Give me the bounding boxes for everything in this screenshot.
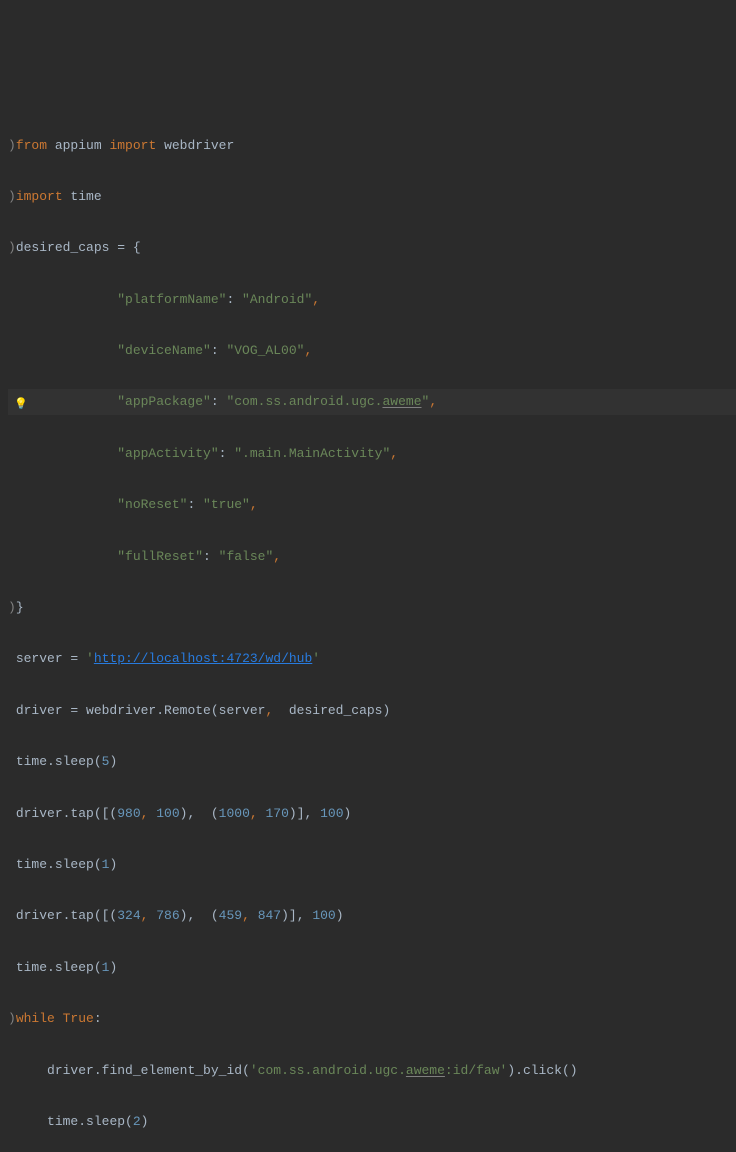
code-line: "appActivity": ".main.MainActivity",	[8, 441, 736, 467]
code-line: "fullReset": "false",	[8, 544, 736, 570]
code-line: "noReset": "true",	[8, 492, 736, 518]
code-line: driver.tap([(324, 786), (459, 847)], 100…	[8, 903, 736, 929]
code-line: "platformName": "Android",	[8, 287, 736, 313]
bulb-icon[interactable]: 💡	[14, 393, 28, 419]
code-line: driver = webdriver.Remote(server, desire…	[8, 698, 736, 724]
url-link[interactable]: http://localhost:4723/wd/hub	[94, 651, 312, 666]
code-line: )while True:	[8, 1006, 736, 1032]
code-line: driver.tap([(980, 100), (1000, 170)], 10…	[8, 801, 736, 827]
code-line: )}	[8, 595, 736, 621]
code-line: )import time	[8, 184, 736, 210]
code-line: time.sleep(1)	[8, 955, 736, 981]
code-line: time.sleep(5)	[8, 749, 736, 775]
code-line: server = 'http://localhost:4723/wd/hub'	[8, 646, 736, 672]
code-line: time.sleep(2)	[8, 1109, 736, 1135]
code-line-highlighted: 💡 "appPackage": "com.ss.android.ugc.awem…	[8, 389, 736, 415]
code-line: "deviceName": "VOG_AL00",	[8, 338, 736, 364]
code-line: )from appium import webdriver	[8, 133, 736, 159]
code-line: time.sleep(1)	[8, 852, 736, 878]
code-line: )desired_caps = {	[8, 235, 736, 261]
code-line: driver.find_element_by_id('com.ss.androi…	[8, 1058, 736, 1084]
code-editor[interactable]: )from appium import webdriver )import ti…	[0, 103, 736, 1152]
